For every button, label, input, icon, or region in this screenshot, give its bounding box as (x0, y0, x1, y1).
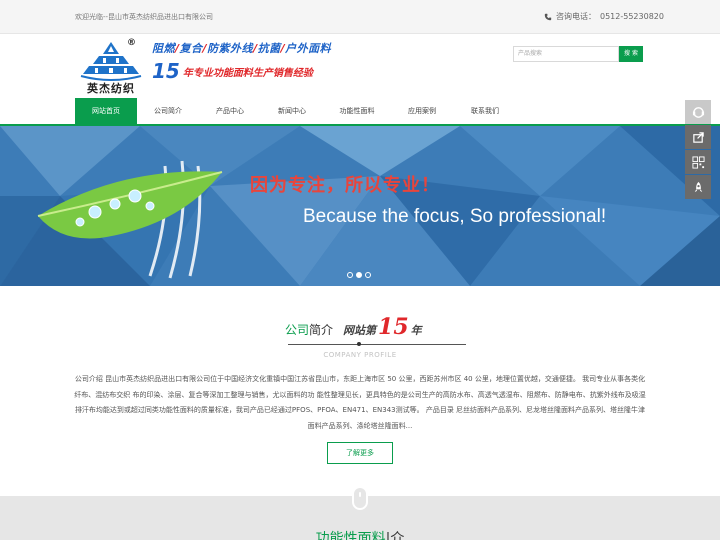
carousel-dot[interactable] (347, 272, 353, 278)
nav-item-contact[interactable]: 联系我们 (453, 98, 517, 124)
welcome-text: 欢迎光临--昆山市英杰纺织品进出口有限公司 (75, 13, 214, 21)
slogan-tag: 户外面料 (285, 42, 332, 55)
functional-fabric-heading: 功能性面料|介 (0, 528, 720, 540)
registered-mark: ® (127, 38, 136, 48)
section2-title-green: 功能性面料 (315, 531, 386, 540)
search-box: 产品搜索 搜 索 (513, 46, 643, 62)
nav-item-cases[interactable]: 应用案例 (391, 98, 453, 124)
mouse-wheel (359, 492, 361, 497)
slogan-tag: 阻燃 (152, 42, 175, 55)
nav-item-home[interactable]: 网站首页 (75, 98, 137, 124)
qrcode-button[interactable] (685, 150, 711, 174)
slogan-years: 15 (152, 59, 180, 83)
hero-banner[interactable]: 因为专注，所以专业！ Because the focus, So profess… (0, 126, 720, 286)
customer-service-button[interactable] (685, 100, 711, 124)
share-button[interactable] (685, 125, 711, 149)
hotline-label: 咨询电话： (556, 12, 596, 21)
main-nav: 网站首页 公司简介 产品中心 新闻中心 功能性面料 应用案例 联系我们 (0, 98, 720, 126)
scroll-mouse-icon (352, 486, 368, 510)
section2-title-dark: |介 (385, 531, 405, 540)
share-icon (692, 131, 704, 143)
slogan-tag: 抗菌 (257, 42, 281, 55)
intro-title-dark: 简介 (309, 323, 334, 337)
learn-more-button[interactable]: 了解更多 (327, 442, 393, 464)
carousel-dots (347, 272, 371, 278)
search-input[interactable]: 产品搜索 (513, 46, 619, 62)
header: ® 英杰纺织 阻燃/复合/防紫外线/抗菌/户外面料 15 年专业功能面料生产销售… (0, 34, 720, 98)
intro-body-text: 公司介绍 昆山市英杰纺织品进出口有限公司位于中国经济文化重镇中国江苏省昆山市，东… (74, 375, 646, 430)
customer-service-icon (692, 106, 704, 118)
side-toolbar (685, 100, 711, 200)
intro-subtitle: COMPANY PROFILE (323, 351, 397, 359)
hotline: 咨询电话： 0512-55230820 (544, 11, 664, 22)
top-bar: 欢迎光临--昆山市英杰纺织品进出口有限公司 咨询电话： 0512-55230820 (0, 0, 720, 34)
logo-text: 英杰纺织 (87, 82, 135, 95)
carousel-dot[interactable] (365, 272, 371, 278)
site-years-number: 15 (378, 314, 409, 340)
nav-item-functional-fabric[interactable]: 功能性面料 (323, 98, 391, 124)
search-button[interactable]: 搜 索 (619, 46, 643, 62)
hotline-number: 0512-55230820 (600, 12, 664, 21)
heading-divider-dot (357, 342, 361, 346)
slogan-experience: 年专业功能面料生产销售经验 (182, 67, 313, 79)
back-to-top-button[interactable] (685, 175, 711, 199)
site-years-unit: 年 (410, 324, 422, 337)
slogan-line1: 阻燃/复合/防紫外线/抗菌/户外面料 (152, 40, 362, 56)
banner-chinese-slogan: 因为专注，所以专业！ (250, 175, 440, 196)
slogan-line2: 15 年专业功能面料生产销售经验 (152, 61, 362, 81)
qrcode-icon (691, 155, 705, 169)
banner-english-slogan: Because the focus, So professional! (303, 206, 607, 227)
heading-divider (288, 344, 466, 345)
nav-item-about[interactable]: 公司简介 (137, 98, 199, 124)
rocket-top-icon (694, 181, 702, 192)
nav-item-products[interactable]: 产品中心 (199, 98, 261, 124)
intro-heading: 公司 简介 网站第 15 年 (285, 316, 422, 338)
intro-title-green: 公司 (285, 323, 310, 337)
slogan-tag: 复合 (179, 42, 203, 55)
site-years-label: 网站第 (343, 324, 377, 337)
carousel-dot-active[interactable] (356, 272, 362, 278)
slogan-tag: 防紫外线 (207, 42, 254, 55)
company-logo[interactable]: ® 英杰纺织 (79, 38, 143, 95)
slogan: 阻燃/复合/防紫外线/抗菌/户外面料 15 年专业功能面料生产销售经验 (152, 40, 362, 90)
phone-icon (544, 13, 552, 20)
nav-item-news[interactable]: 新闻中心 (261, 98, 323, 124)
